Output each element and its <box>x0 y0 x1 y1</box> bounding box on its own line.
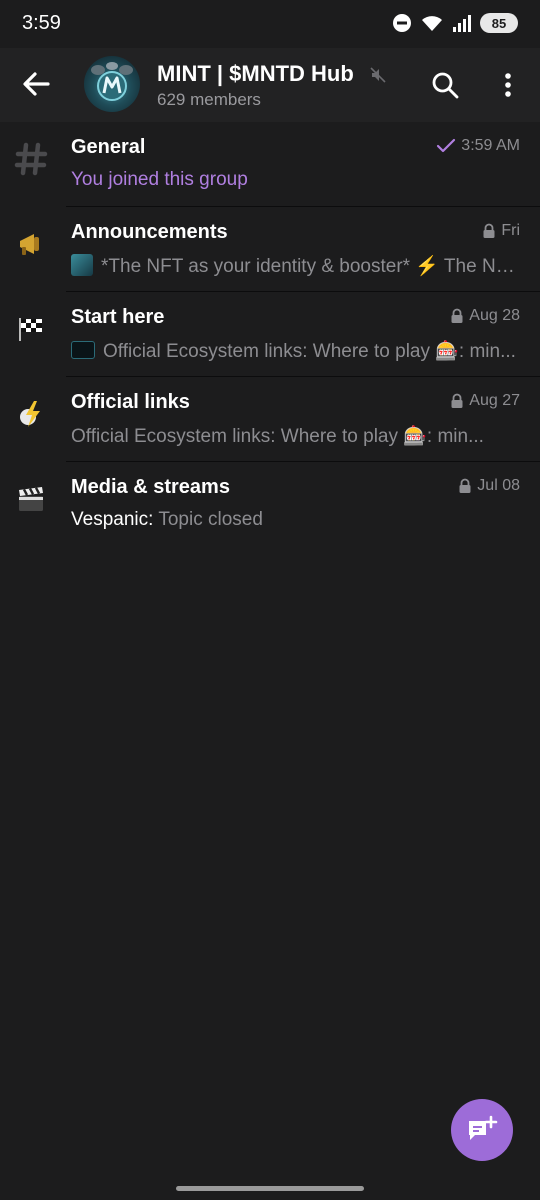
lock-icon <box>459 478 471 493</box>
topic-time: Fri <box>501 222 520 239</box>
battery-indicator: 85 <box>480 13 518 33</box>
more-options-icon[interactable] <box>496 70 520 100</box>
message-thumbnail <box>71 254 93 276</box>
group-title[interactable]: MINT | $MNTD Hub <box>157 61 354 87</box>
status-bar: 3:59 85 <box>0 0 540 48</box>
read-check-icon <box>437 138 456 153</box>
message-text: Topic closed <box>158 509 263 530</box>
topic-time: Aug 28 <box>469 307 520 324</box>
topic-official-links[interactable]: Official links Aug 27 Official Ecosystem… <box>0 377 540 462</box>
group-avatar[interactable] <box>84 56 140 112</box>
wifi-icon <box>422 16 442 31</box>
app-bar: MINT | $MNTD Hub 629 members <box>0 48 540 122</box>
lock-icon <box>451 393 463 408</box>
topic-general[interactable]: General 3:59 AM You joined this group <box>0 122 540 207</box>
topic-last-message: Official Ecosystem links: Where to play … <box>71 426 484 447</box>
message-thumbnail <box>71 341 95 359</box>
topic-time: Aug 27 <box>469 392 520 409</box>
topic-last-message: Official Ecosystem links: Where to play … <box>71 339 521 363</box>
muted-icon <box>370 67 386 83</box>
message-sender: Vespanic: <box>71 509 154 530</box>
do-not-disturb-icon <box>393 14 411 32</box>
topic-last-message: *The NFT as your identity & booster* ⚡ T… <box>71 254 521 278</box>
lock-icon <box>483 223 495 238</box>
topic-title: General <box>71 136 146 158</box>
topic-meta: 3:59 AM <box>436 137 520 155</box>
topic-time: Jul 08 <box>477 477 520 494</box>
back-arrow-icon[interactable] <box>18 66 54 102</box>
topic-last-message: Vespanic: Topic closed <box>71 509 521 531</box>
search-icon[interactable] <box>430 70 460 100</box>
topic-time: 3:59 AM <box>461 137 520 154</box>
new-topic-button[interactable] <box>451 1099 513 1161</box>
megaphone-icon <box>14 227 48 261</box>
lock-icon <box>451 308 463 323</box>
message-text: *The NFT as your identity & booster* ⚡ T… <box>101 256 521 277</box>
checkered-flag-icon <box>14 312 48 346</box>
topic-meta: Aug 28 <box>450 307 520 325</box>
mint-logo-icon <box>91 62 133 101</box>
topic-media-streams[interactable]: Media & streams Jul 08 Vespanic: Topic c… <box>0 462 540 547</box>
status-icons: 85 <box>392 13 518 33</box>
member-count: 629 members <box>157 90 261 109</box>
topic-meta: Fri <box>482 222 520 240</box>
topic-meta: Jul 08 <box>458 477 520 495</box>
topic-title: Media & streams <box>71 476 230 498</box>
topic-title: Official links <box>71 391 190 413</box>
status-time: 3:59 <box>22 12 61 34</box>
battery-level: 85 <box>491 15 507 31</box>
clapperboard-icon <box>14 482 48 516</box>
topic-start-here[interactable]: Start here Aug 28 Official Ecosystem lin… <box>0 292 540 377</box>
gesture-nav-handle[interactable] <box>176 1186 364 1191</box>
topic-meta: Aug 27 <box>450 392 520 410</box>
new-topic-icon <box>469 1115 498 1140</box>
topic-announcements[interactable]: Announcements Fri *The NFT as your ident… <box>0 207 540 292</box>
topic-last-message: You joined this group <box>71 169 248 190</box>
lightning-icon <box>14 397 48 431</box>
hash-icon <box>14 142 48 176</box>
topic-title: Announcements <box>71 221 228 243</box>
topic-title: Start here <box>71 306 165 328</box>
signal-icon <box>453 15 471 32</box>
message-text: Official Ecosystem links: Where to play … <box>103 341 516 362</box>
